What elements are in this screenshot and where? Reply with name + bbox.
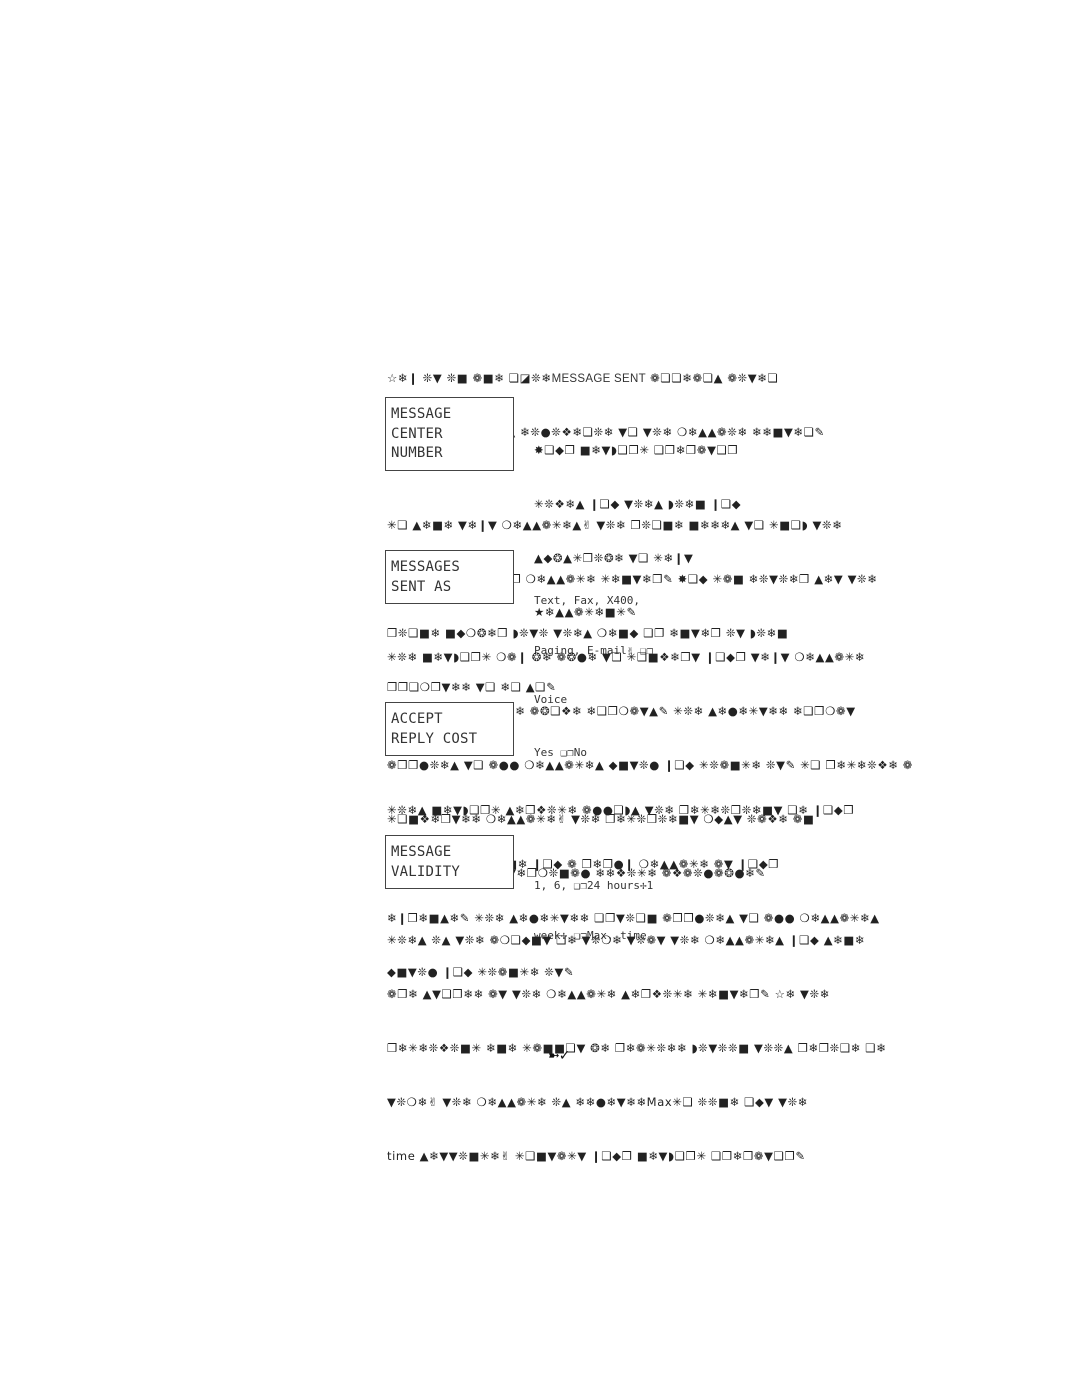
intro-line-1-symbols: ☆❄❙ ❊▼ ❊■ ❁■❄ ❏◪❊❄ — [387, 371, 552, 385]
lcd-line: MESSAGES — [391, 559, 461, 575]
intro-line-1-tail: ❁❏❏❄❁❏▲ ❁❊▼❄❏ — [645, 371, 779, 385]
lcd-line: VALIDITY — [391, 863, 461, 880]
intro-line-1: ☆❄❙ ❊▼ ❊■ ❁■❄ ❏◪❊❄MESSAGE SENT ❁❏❏❄❁❏▲ ❁… — [387, 369, 825, 387]
description-line: ✸❑◆❐ ■❄▼◗❑❐✳ ❑❐❄❐❁▼❑❐ — [534, 443, 739, 457]
body-line: ✳❊❄ ■❄▼◗❑❐✳ ❍❁❙ ❂❄ ❁❂●❄ ▼❑ ✳❑■❖❄❐▼ ❙❑◆❐ … — [387, 650, 866, 664]
lcd-messages-sent-as: MESSAGES SENT AS — [385, 550, 514, 604]
body-line: ✳❊❄▲ ❊▲ ▼❊❄ ❁❍❑◆■▼ ❑❄ ▼❊❍❄ ▼❊❁▼ ▼❊❄ ❍❄▲▲… — [387, 933, 866, 947]
body-line: ❐❄✳❄❊❖❊■✳ ❄■❄ ✳❁■■❑▼ ❂❄ ❐❄❁✳❊❄❄ ◗❊▼❊❊■ ▼… — [387, 1041, 887, 1055]
page-footer-mark: ➼✓ — [548, 1048, 570, 1064]
option-line: Yes ❑❐No — [534, 746, 587, 759]
message-validity-body: ✳❊❄▲ ❊▲ ▼❊❄ ❁❍❑◆■▼ ❑❄ ▼❊❍❄ ▼❊❁▼ ▼❊❄ ❍❄▲▲… — [387, 895, 886, 1201]
lcd-message-validity: MESSAGE VALIDITY — [385, 835, 514, 889]
lcd-accept-reply-cost: ACCEPT REPLY COST — [385, 702, 514, 756]
intro-inline-readable: MESSAGE SENT — [551, 373, 646, 385]
lcd-line: ACCEPT — [391, 711, 443, 727]
lcd-message-center-number: MESSAGE CENTER NUMBER — [385, 397, 514, 471]
body-line: ❁❐❄ ▲▼❑❐❄❄ ❁▼ ▼❊❄ ❍❄▲▲❁✳❄ ▲❄❐❖❊✳❄ ✳❄■▼❄❐… — [387, 987, 830, 1001]
lcd-line: MESSAGE — [391, 406, 452, 422]
lcd-line: NUMBER — [391, 445, 443, 461]
lcd-line: MESSAGE — [391, 844, 452, 860]
lcd-line: CENTER — [391, 425, 443, 442]
manual-page: ☆❄❙ ❊▼ ❊■ ❁■❄ ❏◪❊❄MESSAGE SENT ❁❏❏❄❁❏▲ ❁… — [0, 0, 1080, 1397]
body-line: time ▲❄▼▼❊■✳❄✌ ✳❑■▼❁✳▼ ❙❑◆❐ ■❄▼◗❑❐✳ ❑❐❄❐… — [387, 1149, 806, 1163]
option-line: Text, Fax, X400, — [534, 594, 640, 607]
body-line: ▼❊❍❄✌ ▼❊❄ ❍❄▲▲❁✳❄ ❊▲ ❄❄●❄▼❄❄Max✳❑ ❊❊■❄ ❑… — [387, 1095, 809, 1109]
lcd-line: SENT AS — [391, 578, 452, 595]
lcd-line: REPLY COST — [391, 730, 478, 747]
body-line: ✳❑ ▲❄■❄ ▼❄❙▼ ❍❄▲▲❁✳❄▲✌ ▼❊❄ ❐❊❑■❄ ■❄❄❄▲ ▼… — [387, 518, 843, 532]
body-line: ✳❊❄▲ ■❄▼◗❑❐✳ ▲❄❐❖❊✳❄ ❁●●❑◗▲ ▼❊❄ ❐❄✳❄❊❐❊❄… — [387, 803, 855, 817]
option-line: 1, 6, ❑❐24 hours✢1 — [534, 879, 654, 892]
